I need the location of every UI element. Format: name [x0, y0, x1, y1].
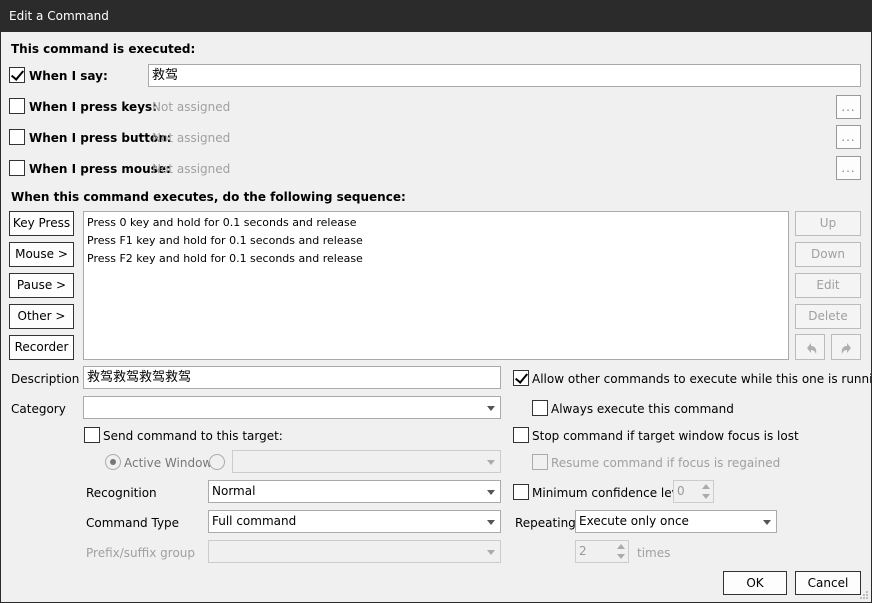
stop-focus-checkbox[interactable]	[513, 427, 529, 443]
active-window-label: Active Window	[124, 456, 213, 470]
target-window-dropdown[interactable]	[232, 450, 501, 473]
stop-focus-label: Stop command if target window focus is l…	[532, 429, 799, 443]
undo-button[interactable]	[795, 334, 825, 360]
send-target-label: Send command to this target:	[103, 429, 283, 443]
assign-mouse-button[interactable]: ...	[836, 156, 861, 180]
list-item[interactable]: Press F2 key and hold for 0.1 seconds an…	[87, 250, 785, 268]
mouse-button[interactable]: Mouse >	[9, 242, 74, 267]
repeat-times-stepper[interactable]: 2	[575, 540, 629, 563]
resume-focus-checkbox[interactable]	[532, 454, 548, 470]
mouse-checkbox[interactable]	[9, 160, 25, 176]
down-button[interactable]: Down	[795, 242, 861, 267]
repeating-value: Execute only once	[579, 514, 689, 528]
spin-up-icon[interactable]	[617, 544, 625, 549]
description-label: Description	[11, 372, 80, 386]
specific-window-radio[interactable]	[209, 454, 225, 470]
spin-up-icon[interactable]	[702, 484, 710, 489]
category-dropdown[interactable]	[83, 396, 501, 419]
ok-button[interactable]: OK	[723, 571, 787, 595]
chevron-down-icon	[487, 406, 495, 411]
undo-icon	[807, 343, 817, 354]
keys-label: When I press keys:	[29, 100, 157, 114]
prefix-suffix-dropdown[interactable]	[208, 540, 501, 563]
allow-other-label: Allow other commands to execute while th…	[532, 372, 872, 386]
key-press-button[interactable]: Key Press	[9, 211, 74, 236]
category-label: Category	[11, 402, 66, 416]
recognition-dropdown[interactable]: Normal	[208, 480, 501, 503]
times-label: times	[637, 546, 671, 560]
sequence-header: When this command executes, do the follo…	[11, 190, 406, 204]
list-item[interactable]: Press F1 key and hold for 0.1 seconds an…	[87, 232, 785, 250]
button-label: When I press button:	[29, 131, 172, 145]
chevron-down-icon	[487, 490, 495, 495]
allow-other-checkbox[interactable]	[513, 370, 529, 386]
button-checkbox[interactable]	[9, 129, 25, 145]
cancel-button[interactable]: Cancel	[795, 571, 861, 595]
assign-button-button[interactable]: ...	[836, 125, 861, 149]
repeating-dropdown[interactable]: Execute only once	[575, 510, 777, 533]
repeating-label: Repeating	[515, 516, 576, 530]
min-confidence-value: 0	[677, 484, 685, 498]
assign-keys-button[interactable]: ...	[836, 95, 861, 119]
always-execute-label: Always execute this command	[551, 402, 734, 416]
recognition-value: Normal	[212, 484, 256, 498]
redo-button[interactable]	[831, 334, 861, 360]
delete-button[interactable]: Delete	[795, 304, 861, 329]
say-phrase-input[interactable]: 救驾	[148, 64, 861, 87]
min-confidence-label: Minimum confidence level	[532, 486, 690, 500]
other-button[interactable]: Other >	[9, 304, 74, 329]
spin-down-icon[interactable]	[617, 554, 625, 559]
pause-button[interactable]: Pause >	[9, 273, 74, 298]
edit-button[interactable]: Edit	[795, 273, 861, 298]
executed-header: This command is executed:	[11, 42, 196, 56]
up-button[interactable]: Up	[795, 211, 861, 236]
recorder-button[interactable]: Recorder	[9, 335, 74, 360]
button-value: Not assigned	[152, 131, 231, 145]
prefix-suffix-label: Prefix/suffix group	[86, 546, 196, 560]
active-window-radio[interactable]	[105, 454, 121, 470]
edit-command-dialog: Edit a Command This command is executed:…	[0, 0, 872, 603]
chevron-down-icon	[487, 460, 495, 465]
keys-value: Not assigned	[152, 100, 231, 114]
always-execute-checkbox[interactable]	[532, 400, 548, 416]
action-sequence-list[interactable]: Press 0 key and hold for 0.1 seconds and…	[83, 211, 789, 360]
window-title: Edit a Command	[9, 9, 109, 23]
command-type-dropdown[interactable]: Full command	[208, 510, 501, 533]
mouse-label: When I press mouse:	[29, 162, 171, 176]
repeat-times-value: 2	[579, 544, 587, 558]
min-confidence-checkbox[interactable]	[513, 484, 529, 500]
resume-focus-label: Resume command if focus is regained	[551, 456, 781, 470]
command-type-label: Command Type	[86, 516, 180, 530]
say-checkbox[interactable]	[9, 67, 25, 83]
keys-checkbox[interactable]	[9, 98, 25, 114]
min-confidence-stepper[interactable]: 0	[673, 480, 714, 503]
list-item[interactable]: Press 0 key and hold for 0.1 seconds and…	[87, 214, 785, 232]
send-target-checkbox[interactable]	[84, 427, 100, 443]
redo-icon	[841, 343, 851, 354]
spin-down-icon[interactable]	[702, 494, 710, 499]
title-bar: Edit a Command	[1, 1, 871, 32]
recognition-label: Recognition	[86, 486, 157, 500]
chevron-down-icon	[487, 550, 495, 555]
say-label: When I say:	[29, 69, 108, 83]
chevron-down-icon	[487, 520, 495, 525]
description-input[interactable]: 救驾救驾救驾救驾	[83, 366, 501, 389]
command-type-value: Full command	[212, 514, 297, 528]
chevron-down-icon	[763, 520, 771, 525]
mouse-value: Not assigned	[152, 162, 231, 176]
resize-grip-icon[interactable]	[859, 590, 869, 600]
